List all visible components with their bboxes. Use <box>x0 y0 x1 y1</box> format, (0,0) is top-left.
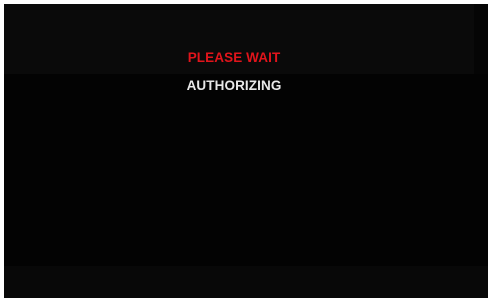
screen-panel-lower <box>4 74 488 274</box>
please-wait-title: PLEASE WAIT <box>187 50 281 65</box>
screen-panel-bottom <box>4 266 488 298</box>
terminal-screen: PLEASE WAIT AUTHORIZING <box>4 4 488 298</box>
authorizing-status: AUTHORIZING <box>186 78 282 93</box>
